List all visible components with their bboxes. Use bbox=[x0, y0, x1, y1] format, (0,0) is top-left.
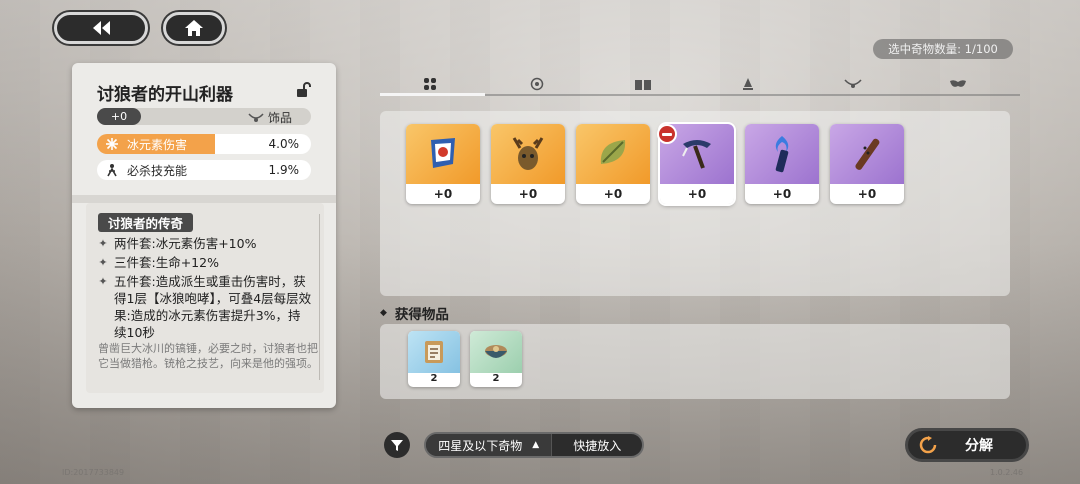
decompose-label: 分解 bbox=[965, 438, 993, 454]
set-bonus-text: 两件套:冰元素伤害+10% bbox=[114, 236, 257, 251]
item-card[interactable]: +0 bbox=[745, 124, 819, 204]
item-level: +0 bbox=[772, 187, 792, 201]
filter-button[interactable] bbox=[384, 432, 410, 458]
decompose-button[interactable]: 分解 bbox=[905, 428, 1029, 462]
version-text: 1.0.2.46 bbox=[990, 468, 1024, 477]
caret-up-icon: ▲ bbox=[532, 440, 540, 450]
antler-mask-icon bbox=[512, 137, 544, 170]
tab-category-3[interactable] bbox=[593, 73, 693, 95]
flag-icon bbox=[431, 138, 455, 168]
item-art bbox=[406, 124, 480, 184]
rarity-filter-dropdown[interactable]: 四星及以下奇物 ▲ bbox=[426, 434, 552, 456]
set-bonus-text: 三件套:生命+12% bbox=[114, 255, 219, 270]
item-level: +0 bbox=[603, 187, 623, 201]
item-title: 讨狼者的开山利器 bbox=[97, 85, 233, 105]
clipboard-icon bbox=[425, 341, 443, 363]
scrollbar[interactable] bbox=[319, 214, 320, 380]
material-count: 2 bbox=[492, 373, 500, 384]
stat-value: 4.0% bbox=[268, 137, 300, 151]
set-bonus-line: ✦ 两件套:冰元素伤害+10% bbox=[98, 235, 316, 252]
remove-icon[interactable] bbox=[657, 124, 677, 144]
item-level: +0 bbox=[857, 187, 877, 201]
category-tabs bbox=[380, 73, 1020, 95]
bell-icon bbox=[743, 78, 753, 90]
funnel-icon bbox=[391, 440, 403, 451]
home-icon bbox=[185, 20, 203, 36]
torch-icon bbox=[775, 136, 789, 173]
material-art bbox=[408, 331, 460, 373]
item-level: +0 bbox=[433, 187, 453, 201]
set-bonus-text: 五件套:造成派生或重击伤害时，获得1层【冰狼咆哮】，可叠4层每层效果:造成的冰元… bbox=[114, 274, 312, 340]
diamond-bullet-icon: ◆ bbox=[380, 308, 387, 318]
tab-category-2[interactable] bbox=[487, 73, 587, 95]
home-button[interactable] bbox=[163, 12, 225, 44]
item-card[interactable]: +0 bbox=[830, 124, 904, 204]
set-bullet-icon: ✦ bbox=[98, 256, 108, 269]
item-card[interactable]: +0 bbox=[406, 124, 480, 204]
decompose-icon bbox=[908, 436, 948, 454]
set-bonus-line: ✦ 五件套:造成派生或重击伤害时，获得1层【冰狼咆哮】，可叠4层每层效果:造成的… bbox=[98, 273, 312, 341]
player-id: ID:2017733849 bbox=[62, 468, 125, 477]
material-art bbox=[470, 331, 522, 373]
gear-round-icon bbox=[530, 77, 544, 91]
quick-add-button[interactable]: 快捷放入 bbox=[551, 434, 642, 456]
quick-select-group: 四星及以下奇物 ▲ 快捷放入 bbox=[424, 432, 644, 458]
stat-name: 必杀技充能 bbox=[127, 163, 188, 178]
obtained-heading: ◆ 获得物品 bbox=[380, 303, 449, 323]
selection-count: 选中奇物数量: 1/100 bbox=[873, 39, 1013, 59]
material-item[interactable]: 2 bbox=[470, 331, 522, 387]
tab-all[interactable] bbox=[380, 73, 480, 95]
set-bullet-icon: ✦ bbox=[98, 237, 108, 250]
panel-divider bbox=[72, 195, 336, 203]
book-icon bbox=[635, 79, 651, 90]
double-chevron-left-icon bbox=[93, 21, 110, 35]
pickaxe-icon bbox=[682, 140, 711, 169]
item-type: 饰品 bbox=[248, 109, 292, 126]
stat-value: 1.9% bbox=[268, 163, 300, 177]
stat-name: 冰元素伤害 bbox=[127, 137, 188, 152]
item-level: +0 bbox=[97, 108, 141, 125]
item-art bbox=[576, 124, 650, 184]
unlock-icon[interactable] bbox=[295, 82, 311, 102]
item-level: +0 bbox=[518, 187, 538, 201]
figure-icon bbox=[101, 163, 123, 177]
tab-category-4[interactable] bbox=[698, 73, 798, 95]
material-item[interactable]: 2 bbox=[408, 331, 460, 387]
stat-row: 冰元素伤害 4.0% bbox=[97, 134, 311, 154]
set-name: 讨狼者的传奇 bbox=[98, 213, 194, 232]
quick-add-label: 快捷放入 bbox=[573, 438, 622, 453]
material-count: 2 bbox=[430, 373, 438, 384]
item-card[interactable]: +0 bbox=[491, 124, 565, 204]
obtained-label: 获得物品 bbox=[394, 307, 449, 323]
snowflake-icon bbox=[101, 137, 123, 151]
rarity-filter-label: 四星及以下奇物 bbox=[438, 438, 523, 453]
necklace-icon bbox=[844, 79, 862, 88]
tab-category-6[interactable] bbox=[908, 73, 1008, 95]
mask-icon bbox=[950, 80, 966, 87]
leaf-icon bbox=[600, 140, 626, 164]
back-button[interactable] bbox=[54, 12, 148, 44]
bowl-icon bbox=[485, 345, 507, 358]
necklace-icon bbox=[248, 112, 264, 122]
flute-icon bbox=[855, 138, 880, 170]
tab-category-5[interactable] bbox=[803, 73, 903, 95]
item-card[interactable]: +0 bbox=[576, 124, 650, 204]
item-art bbox=[491, 124, 565, 184]
set-bonus-line: ✦ 三件套:生命+12% bbox=[98, 254, 316, 271]
item-art bbox=[745, 124, 819, 184]
flavor-text: 曾凿巨大冰川的镐锤，必要之时，讨狼者也把它当做猎枪。铳枪之技艺，向来是他的强项。 bbox=[98, 342, 318, 370]
grid-icon bbox=[424, 78, 436, 90]
stat-row: 必杀技充能 1.9% bbox=[97, 160, 311, 180]
item-level: +0 bbox=[687, 187, 707, 201]
set-bullet-icon: ✦ bbox=[98, 275, 108, 288]
item-type-label: 饰品 bbox=[268, 111, 293, 125]
item-art bbox=[830, 124, 904, 184]
